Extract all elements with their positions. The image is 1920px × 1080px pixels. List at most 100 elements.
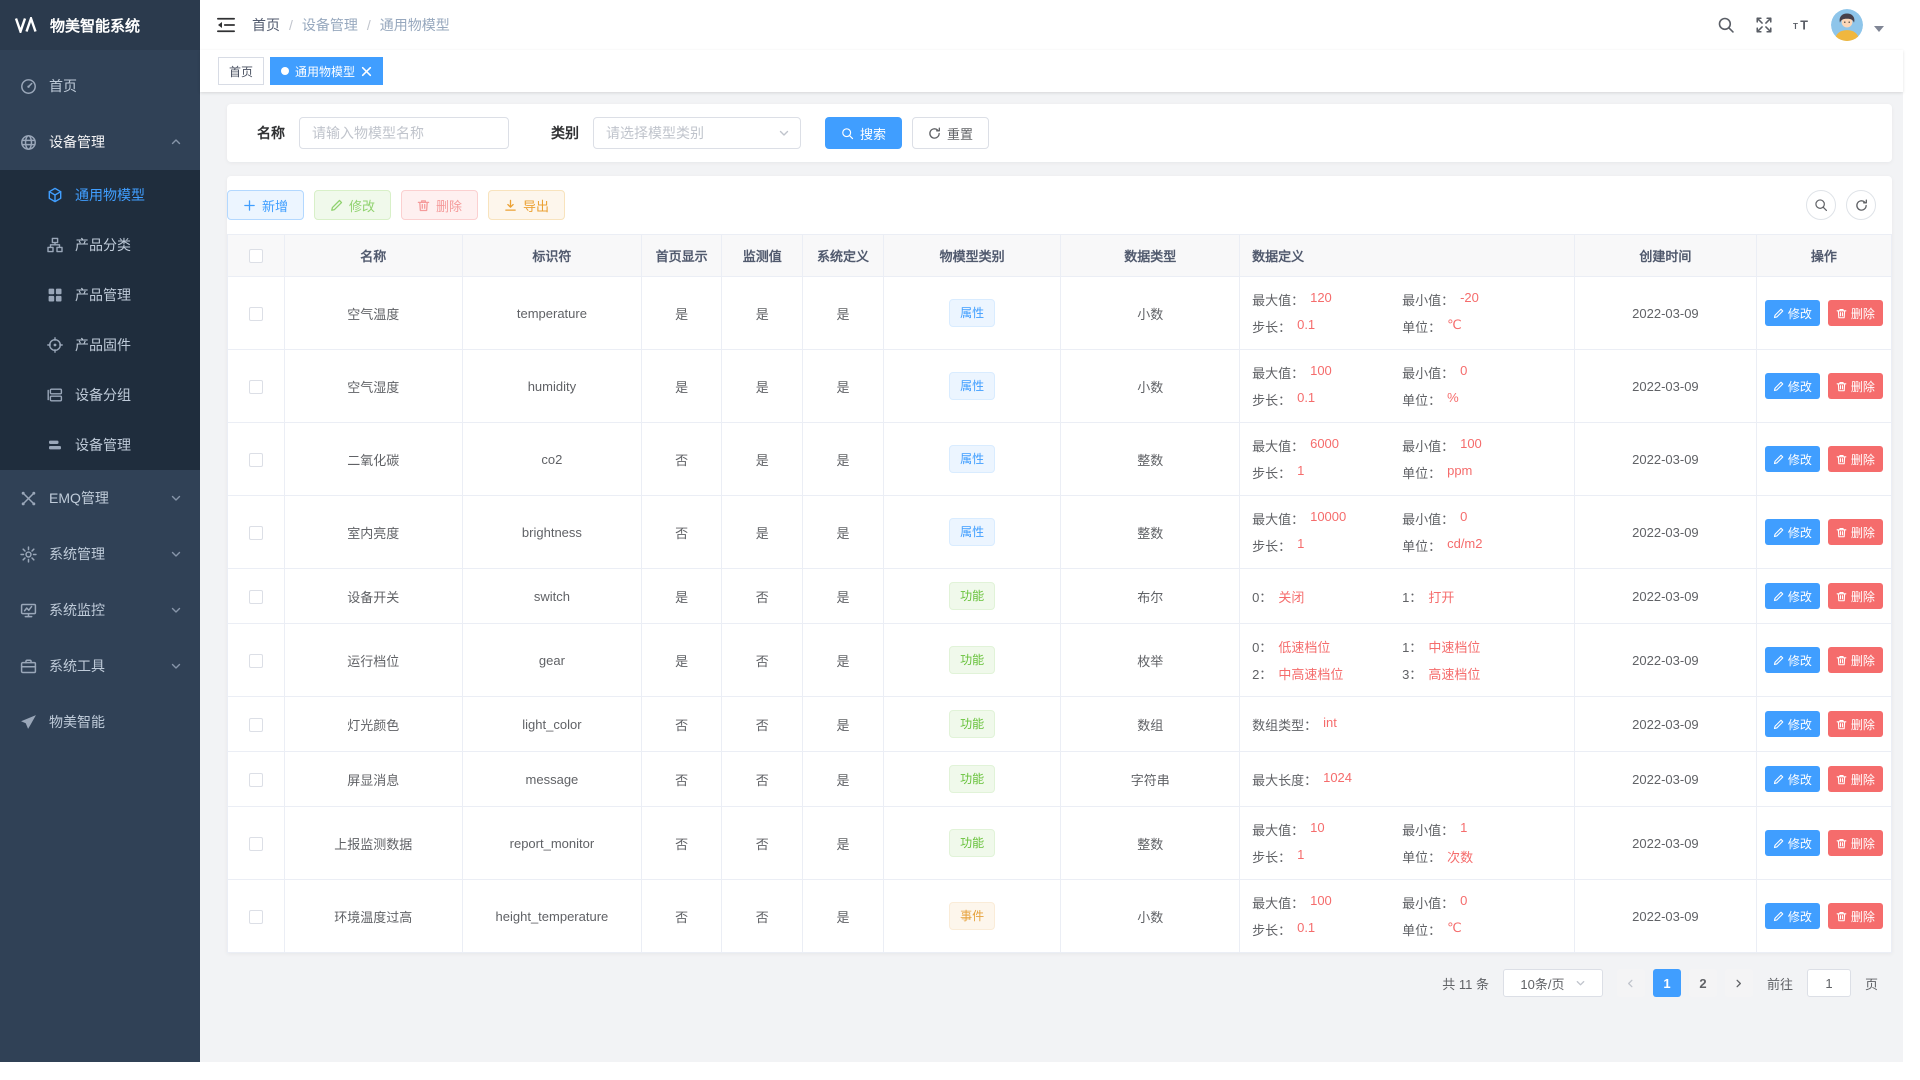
breadcrumb-item[interactable]: 设备管理 bbox=[302, 15, 358, 35]
vertical-scrollbar[interactable] bbox=[1903, 0, 1920, 1062]
export-button[interactable]: 导出 bbox=[488, 190, 565, 220]
tab-通用物模型[interactable]: 通用物模型 bbox=[270, 57, 383, 85]
search-button-label: 搜索 bbox=[860, 124, 886, 143]
row-checkbox[interactable] bbox=[249, 773, 263, 787]
font-size-icon[interactable]: TT bbox=[1793, 16, 1811, 34]
goto-page-input[interactable] bbox=[1807, 969, 1851, 997]
next-page-button[interactable] bbox=[1725, 969, 1753, 997]
row-edit-button[interactable]: 修改 bbox=[1765, 766, 1820, 792]
row-delete-button[interactable]: 删除 bbox=[1828, 647, 1883, 673]
sidebar-item-system-tools[interactable]: 系统工具 bbox=[0, 638, 200, 694]
row-checkbox[interactable] bbox=[249, 307, 263, 321]
row-category: 属性 bbox=[883, 350, 1061, 423]
fullscreen-icon[interactable] bbox=[1755, 16, 1773, 34]
sidebar-item-emq-management[interactable]: EMQ管理 bbox=[0, 470, 200, 526]
dashboard-icon bbox=[20, 78, 37, 95]
row-definition: 最大值：100最小值：0步长：0.1单位：% bbox=[1240, 350, 1575, 423]
row-checkbox[interactable] bbox=[249, 526, 263, 540]
search-button[interactable]: 搜索 bbox=[825, 117, 902, 149]
row-delete-button[interactable]: 删除 bbox=[1828, 711, 1883, 737]
prev-page-button[interactable] bbox=[1617, 969, 1645, 997]
reset-button[interactable]: 重置 bbox=[912, 117, 989, 149]
sidebar-item-system-management[interactable]: 系统管理 bbox=[0, 526, 200, 582]
row-edit-button[interactable]: 修改 bbox=[1765, 647, 1820, 673]
top-navbar: 首页/设备管理/通用物模型 TT bbox=[200, 0, 1903, 50]
close-icon[interactable] bbox=[361, 66, 372, 77]
row-delete-button[interactable]: 删除 bbox=[1828, 373, 1883, 399]
table-row: 运行档位gear是否是功能枚举0：低速档位1：中速档位2：中高速档位3：高速档位… bbox=[228, 624, 1892, 697]
row-checkbox[interactable] bbox=[249, 910, 263, 924]
definition-item: 最大值：6000 bbox=[1252, 436, 1402, 455]
row-delete-button[interactable]: 删除 bbox=[1828, 766, 1883, 792]
sidebar-item-home[interactable]: 首页 bbox=[0, 58, 200, 114]
refresh-table-button[interactable] bbox=[1846, 190, 1876, 220]
page-size-select[interactable]: 10条/页 bbox=[1503, 969, 1603, 997]
horizontal-scrollbar[interactable] bbox=[0, 1062, 1920, 1080]
row-delete-button[interactable]: 删除 bbox=[1828, 300, 1883, 326]
row-delete-button[interactable]: 删除 bbox=[1828, 903, 1883, 929]
row-checkbox[interactable] bbox=[249, 380, 263, 394]
row-edit-button[interactable]: 修改 bbox=[1765, 300, 1820, 326]
sidebar-item-wumei-smart[interactable]: 物美智能 bbox=[0, 694, 200, 750]
row-definition: 0：关闭1：打开 bbox=[1240, 569, 1575, 624]
row-checkbox[interactable] bbox=[249, 590, 263, 604]
name-filter-input[interactable] bbox=[299, 117, 509, 149]
row-created: 2022-03-09 bbox=[1575, 423, 1757, 496]
row-checkbox[interactable] bbox=[249, 837, 263, 851]
row-edit-button[interactable]: 修改 bbox=[1765, 903, 1820, 929]
row-checkbox[interactable] bbox=[249, 654, 263, 668]
edit-button[interactable]: 修改 bbox=[314, 190, 391, 220]
menu-fold-icon[interactable] bbox=[216, 15, 236, 35]
row-monitor-value: 是 bbox=[722, 350, 803, 423]
edit-icon bbox=[1773, 911, 1784, 922]
sidebar-item-product-management[interactable]: 产品管理 bbox=[0, 270, 200, 320]
column-header: 首页显示 bbox=[641, 235, 722, 277]
category-filter-select[interactable]: 请选择模型类别 bbox=[593, 117, 801, 149]
definition-item: 单位：次数 bbox=[1402, 847, 1566, 866]
row-edit-button[interactable]: 修改 bbox=[1765, 373, 1820, 399]
row-checkbox[interactable] bbox=[249, 718, 263, 732]
sidebar-item-device-group[interactable]: 设备分组 bbox=[0, 370, 200, 420]
sidebar-item-thing-model[interactable]: 通用物模型 bbox=[0, 170, 200, 220]
sidebar-item-device-management[interactable]: 设备管理 bbox=[0, 114, 200, 170]
app-logo[interactable]: 物美智能系统 bbox=[0, 0, 200, 50]
table-body: 空气温度temperature是是是属性小数最大值：120最小值：-20步长：0… bbox=[228, 277, 1892, 953]
row-home-display: 否 bbox=[641, 880, 722, 953]
search-icon bbox=[1814, 198, 1828, 212]
row-delete-button[interactable]: 删除 bbox=[1828, 583, 1883, 609]
row-edit-button[interactable]: 修改 bbox=[1765, 519, 1820, 545]
row-data-type: 字符串 bbox=[1061, 752, 1240, 807]
row-edit-button[interactable]: 修改 bbox=[1765, 830, 1820, 856]
delete-button[interactable]: 删除 bbox=[401, 190, 478, 220]
row-delete-button[interactable]: 删除 bbox=[1828, 519, 1883, 545]
caret-down-icon[interactable] bbox=[1873, 23, 1885, 35]
search-icon[interactable] bbox=[1717, 16, 1735, 34]
definition-item: 数组类型：int bbox=[1252, 715, 1402, 734]
table-row: 灯光颜色light_color否否是功能数组数组类型：int2022-03-09… bbox=[228, 697, 1892, 752]
submenu-device-management: 通用物模型产品分类产品管理产品固件设备分组设备管理 bbox=[0, 170, 200, 470]
toggle-search-button[interactable] bbox=[1806, 190, 1836, 220]
sidebar-item-system-monitor[interactable]: 系统监控 bbox=[0, 582, 200, 638]
add-button[interactable]: 新增 bbox=[227, 190, 304, 220]
page-button-2[interactable]: 2 bbox=[1689, 969, 1717, 997]
breadcrumb-item[interactable]: 首页 bbox=[252, 15, 280, 35]
sidebar-item-product-firmware[interactable]: 产品固件 bbox=[0, 320, 200, 370]
select-all-checkbox[interactable] bbox=[249, 249, 263, 263]
row-edit-button[interactable]: 修改 bbox=[1765, 446, 1820, 472]
sidebar-item-product-category[interactable]: 产品分类 bbox=[0, 220, 200, 270]
row-checkbox[interactable] bbox=[249, 453, 263, 467]
row-select-cell bbox=[228, 569, 285, 624]
row-edit-button[interactable]: 修改 bbox=[1765, 583, 1820, 609]
row-edit-button[interactable]: 修改 bbox=[1765, 711, 1820, 737]
sidebar-item-device-list[interactable]: 设备管理 bbox=[0, 420, 200, 470]
row-name: 屏显消息 bbox=[284, 752, 463, 807]
page-button-1[interactable]: 1 bbox=[1653, 969, 1681, 997]
avatar[interactable] bbox=[1831, 9, 1863, 41]
edit-icon bbox=[1773, 454, 1784, 465]
category-tag: 功能 bbox=[949, 829, 995, 857]
main-area: 首页/设备管理/通用物模型 TT 首页通用物模型 名称 类别 请选择模型类别 bbox=[200, 0, 1903, 1062]
row-delete-button[interactable]: 删除 bbox=[1828, 830, 1883, 856]
row-monitor-value: 否 bbox=[722, 807, 803, 880]
row-delete-button[interactable]: 删除 bbox=[1828, 446, 1883, 472]
tab-首页[interactable]: 首页 bbox=[218, 57, 264, 85]
